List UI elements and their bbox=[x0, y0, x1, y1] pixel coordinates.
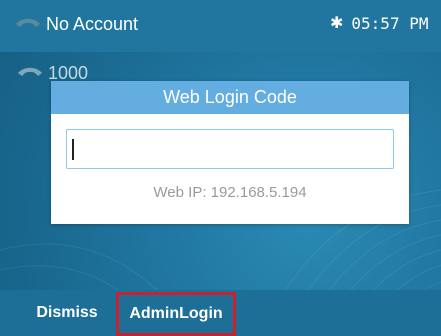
account-status: No Account bbox=[14, 13, 138, 35]
dismiss-button-label: Dismiss bbox=[36, 304, 98, 321]
status-right: ✱ 05:57 PM bbox=[330, 14, 428, 34]
admin-login-button-label: AdminLogin bbox=[129, 305, 223, 322]
login-code-input[interactable] bbox=[66, 129, 394, 169]
dialog-title: Web Login Code bbox=[163, 87, 297, 107]
account-status-text: No Account bbox=[46, 14, 139, 34]
phone-screen: No Account ✱ 05:57 PM 1000 Web Login Cod… bbox=[0, 0, 441, 336]
text-cursor bbox=[72, 139, 74, 160]
dismiss-button[interactable]: Dismiss bbox=[22, 290, 112, 336]
web-login-code-dialog: Web Login Code Web IP: 192.168.5.194 bbox=[51, 81, 409, 224]
clock: 05:57 PM bbox=[351, 14, 429, 33]
bluetooth-icon: ✱ bbox=[330, 15, 344, 32]
status-bar: No Account ✱ 05:57 PM bbox=[0, 0, 441, 52]
web-ip-label: Web IP: 192.168.5.194 bbox=[153, 184, 307, 201]
phone-handset-icon bbox=[18, 67, 42, 76]
dialog-header: Web Login Code bbox=[51, 81, 409, 114]
admin-login-button[interactable]: AdminLogin bbox=[116, 292, 236, 336]
phone-handset-icon bbox=[16, 18, 40, 27]
